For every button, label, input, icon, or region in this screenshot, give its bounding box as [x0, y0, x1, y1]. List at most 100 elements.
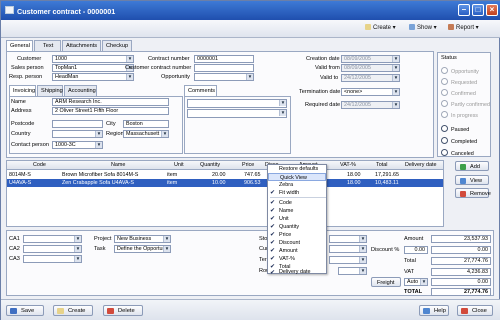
comment-field-1[interactable]: ▼ [187, 99, 287, 108]
resp-person-field[interactable]: HeadMan ▼ [52, 73, 134, 81]
name-field[interactable]: ARM Research Inc. [52, 98, 169, 106]
region-field[interactable]: Massachusett ▼ [123, 130, 169, 138]
menu-item-fit-width[interactable]: ✔ Fit width [268, 189, 326, 197]
minimize-button[interactable]: – [458, 4, 470, 16]
contact-person-field[interactable]: 1000-3C ▼ [52, 141, 103, 149]
chevron-down-icon[interactable]: ▼ [359, 268, 366, 274]
chevron-down-icon[interactable]: ▼ [359, 236, 366, 242]
sto-field[interactable]: ▼ [329, 235, 367, 243]
tab-checkup[interactable]: Checkup [102, 40, 132, 51]
chevron-down-icon[interactable]: ▼ [420, 279, 427, 285]
menu-item-quantity[interactable]: ✔ Quantity [268, 223, 326, 231]
task-field[interactable]: Define the Opportur ▼ [114, 245, 171, 253]
report-menu-button[interactable]: Report ▾ [448, 24, 479, 31]
chevron-down-icon[interactable]: ▼ [163, 236, 170, 242]
table-row[interactable]: 8014M-S Brown Microfiber Sofa 8014M-S it… [7, 171, 443, 179]
rou-field[interactable]: ▼ [338, 267, 367, 275]
menu-item-quick-view[interactable]: Quick View [268, 173, 326, 181]
customer-field[interactable]: 1000 ▼ [52, 55, 134, 63]
country-field[interactable]: ▼ [52, 130, 103, 138]
ca3-field[interactable]: ▼ [23, 255, 82, 263]
city-field[interactable]: Boston [123, 120, 169, 128]
save-button[interactable]: Save [6, 305, 44, 316]
chevron-down-icon[interactable]: ▼ [279, 110, 286, 116]
customer-contract-number-field[interactable] [194, 64, 254, 72]
ca2-field[interactable]: ▼ [23, 245, 82, 253]
show-menu-button[interactable]: Show ▾ [409, 24, 437, 31]
chevron-down-icon[interactable]: ▼ [161, 131, 168, 137]
freight-mode-field[interactable]: Auto ▼ [404, 278, 428, 286]
menu-item-zebra[interactable]: Zebra [268, 181, 326, 189]
tab-attachments[interactable]: Attachments [62, 40, 101, 51]
col-delivery-date[interactable]: Delivery date [405, 162, 436, 168]
chevron-down-icon[interactable]: ▼ [392, 89, 399, 95]
chevron-down-icon[interactable]: ▼ [74, 256, 81, 262]
col-unit[interactable]: Unit [174, 162, 184, 168]
col-code[interactable]: Code [33, 162, 46, 168]
chevron-down-icon[interactable]: ▼ [74, 246, 81, 252]
create-menu-button[interactable]: Create ▾ [365, 24, 396, 31]
chevron-down-icon[interactable]: ▼ [74, 236, 81, 242]
contact-person-label: Contact person [11, 142, 49, 148]
table-row[interactable]: U4AVA-S Zen Crabapple Sofa U4AVA-S item … [7, 179, 443, 187]
close-window-button[interactable]: × [486, 4, 498, 16]
check-icon: ✔ [270, 200, 276, 206]
col-name[interactable]: Name [111, 162, 125, 168]
chevron-down-icon[interactable]: ▼ [126, 74, 133, 80]
cur-field[interactable]: ▼ [329, 245, 367, 253]
col-quantity[interactable]: Quantity [200, 162, 220, 168]
ca1-label: CA1 [9, 236, 20, 242]
comment-field-2[interactable]: ▼ [187, 109, 287, 118]
close-button[interactable]: Close [457, 305, 493, 316]
create-button[interactable]: Create [53, 305, 93, 316]
sales-person-field[interactable]: TopMan1 ▼ [52, 64, 134, 72]
status-canceled[interactable]: Canceled [441, 149, 474, 157]
view-button[interactable]: View [455, 175, 489, 185]
tab-shipping[interactable]: Shipping [37, 85, 63, 96]
menu-item-amount[interactable]: ✔ Amount [268, 247, 326, 255]
menu-item-unit[interactable]: ✔ Unit [268, 215, 326, 223]
status-paused[interactable]: Paused [441, 125, 469, 133]
help-button[interactable]: Help [419, 305, 449, 316]
menu-item-discount[interactable]: ✔ Discount [268, 239, 326, 247]
menu-item-delivery-date[interactable]: ✔ Delivery date [268, 269, 326, 276]
termination-date-field[interactable]: <none> ▼ [341, 88, 400, 96]
tab-text[interactable]: Text [34, 40, 61, 51]
ca1-field[interactable]: ▼ [23, 235, 82, 243]
remove-button[interactable]: Remove [455, 188, 491, 198]
menu-item-code[interactable]: ✔ Code [268, 199, 326, 207]
chevron-down-icon[interactable]: ▼ [95, 131, 102, 137]
check-icon: ✔ [270, 232, 276, 238]
address-field[interactable]: 2 Oliver Street1 Fifth Floor [52, 107, 169, 115]
freight-button[interactable]: Freight [371, 277, 401, 287]
chevron-down-icon[interactable]: ▼ [95, 142, 102, 148]
chevron-down-icon[interactable]: ▼ [126, 56, 133, 62]
discount-pct-field[interactable]: 0.00 [404, 246, 428, 254]
delete-button[interactable]: Delete [103, 305, 143, 316]
contract-number-field[interactable]: 0000001 [194, 55, 254, 63]
status-completed[interactable]: Completed [441, 137, 477, 145]
col-price[interactable]: Price [242, 162, 254, 168]
chevron-down-icon[interactable]: ▼ [246, 74, 253, 80]
col-vat[interactable]: VAT-% [340, 162, 356, 168]
chevron-down-icon: ▼ [392, 102, 399, 108]
required-date-label: Required date [305, 102, 341, 108]
col-total[interactable]: Total [376, 162, 387, 168]
tab-accounting[interactable]: Accounting [64, 85, 97, 96]
menu-item-price[interactable]: ✔ Price [268, 231, 326, 239]
chevron-down-icon[interactable]: ▼ [359, 246, 366, 252]
freight-value-field[interactable]: 0.00 [431, 278, 491, 286]
check-icon: ✔ [270, 248, 276, 254]
menu-item-vat[interactable]: ✔ VAT-% [268, 255, 326, 263]
menu-item-restore-defaults[interactable]: Restore defaults [268, 165, 326, 173]
maximize-button[interactable]: □ [472, 4, 484, 16]
menu-item-name[interactable]: ✔ Name [268, 207, 326, 215]
chevron-down-icon[interactable]: ▼ [359, 257, 366, 263]
chevron-down-icon[interactable]: ▼ [163, 246, 170, 252]
ter-field[interactable]: ▼ [329, 256, 367, 264]
chevron-down-icon[interactable]: ▼ [279, 100, 286, 106]
project-field[interactable]: New Business ▼ [114, 235, 171, 243]
opportunity-field[interactable]: ▼ [194, 73, 254, 81]
add-button[interactable]: Add [455, 161, 489, 171]
postcode-field[interactable] [52, 120, 103, 128]
